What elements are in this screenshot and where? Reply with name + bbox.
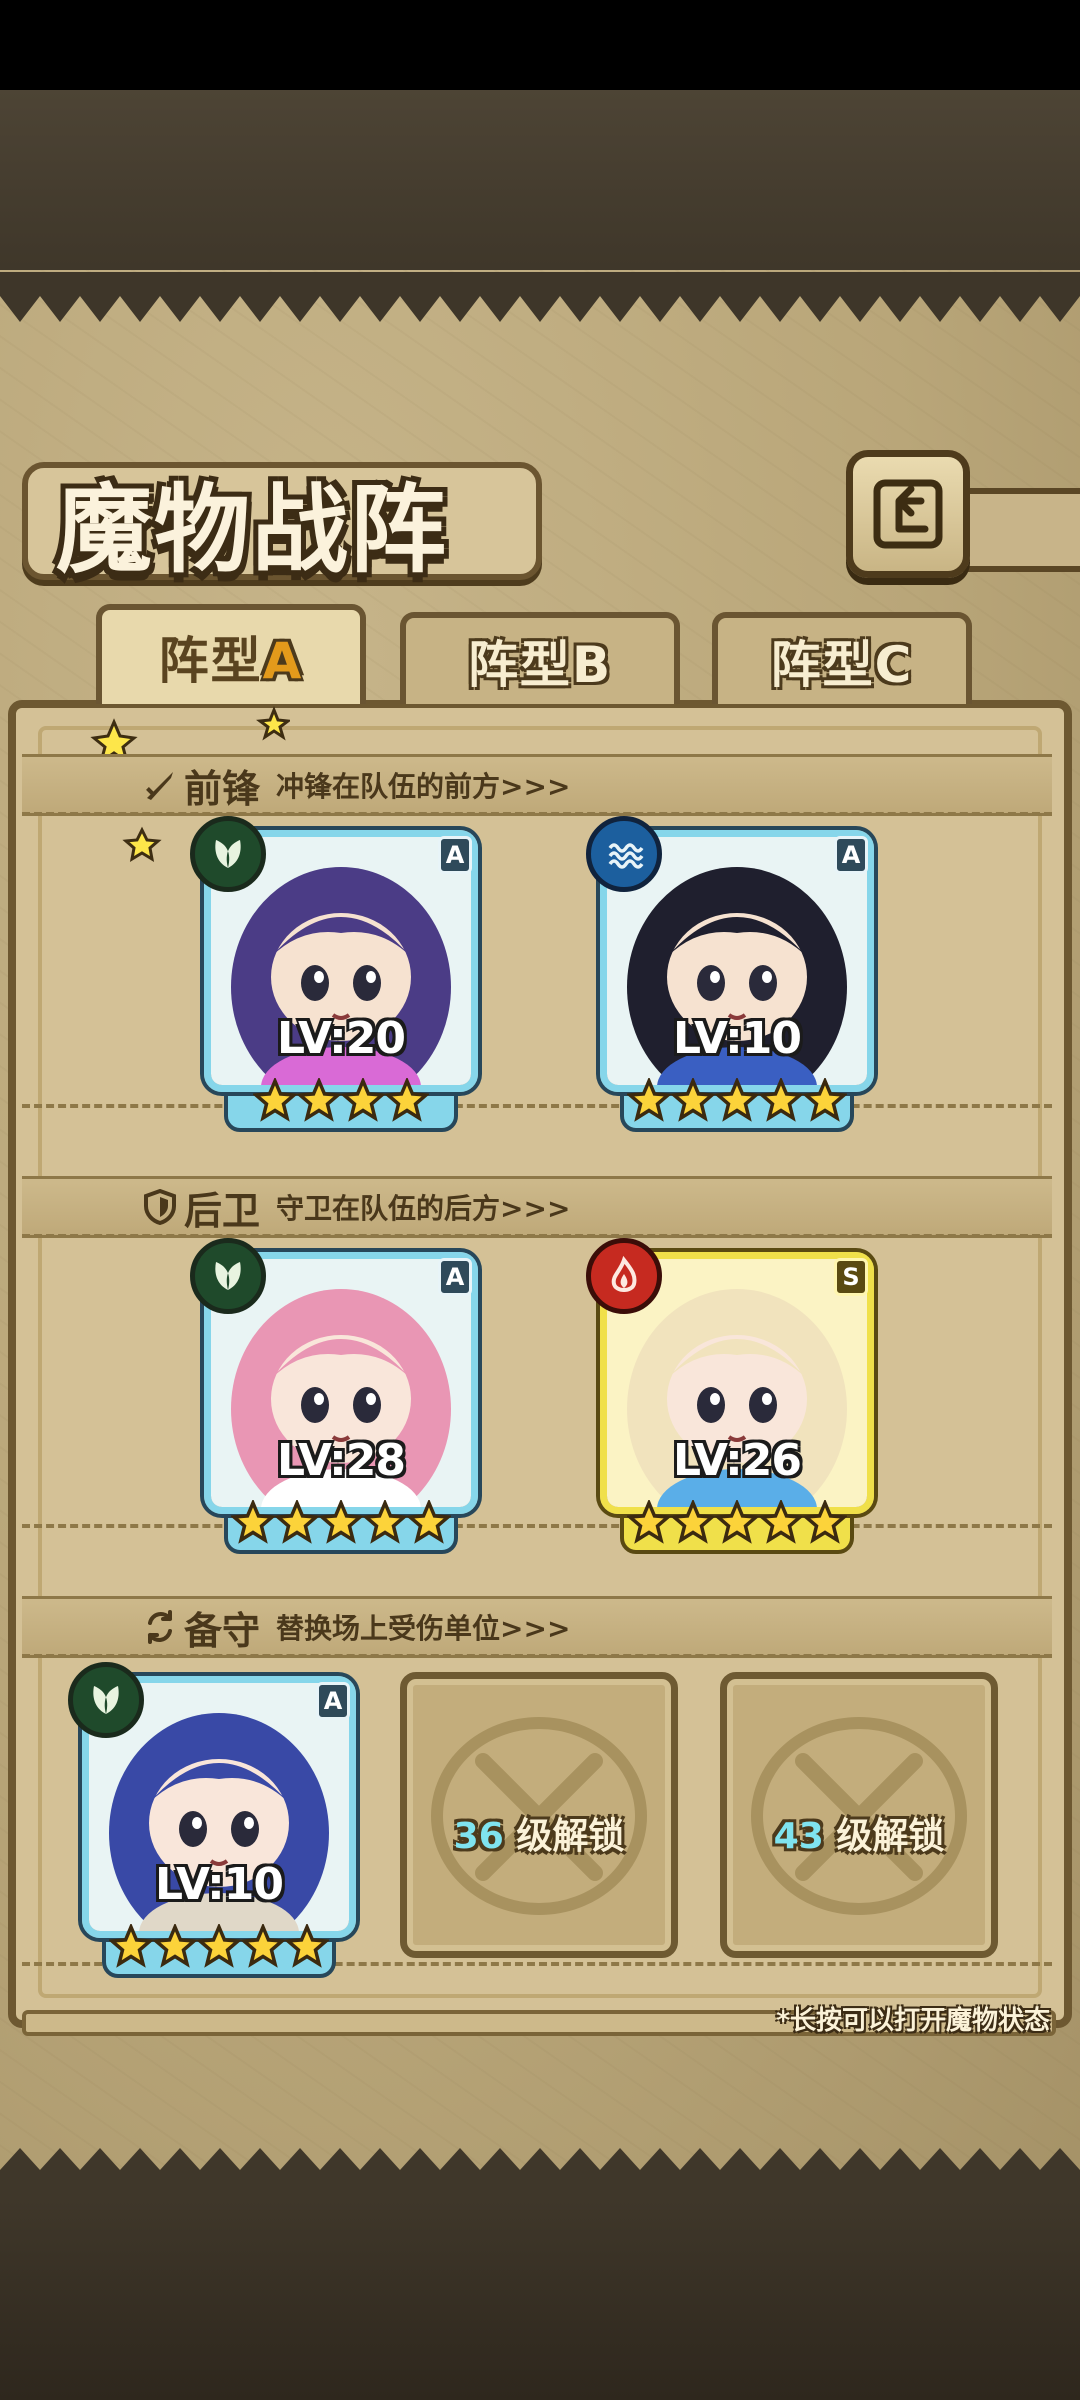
unlock-suffix: 级解锁 (503, 1816, 625, 1857)
torn-edge-top (0, 272, 1080, 322)
divider (22, 1524, 1052, 1528)
tab-formation-b[interactable]: 阵型B (400, 612, 680, 704)
star-icon (385, 1078, 429, 1122)
star-rating (204, 1500, 478, 1544)
star-rating (82, 1924, 356, 1968)
unlock-level: 36 (453, 1816, 504, 1857)
monster-card[interactable]: A LV:28 (190, 1238, 478, 1554)
rank-badge: A (438, 836, 472, 874)
star-icon (319, 1500, 363, 1544)
sword-icon (140, 765, 180, 805)
tab-formation-a[interactable]: 阵型A (96, 604, 366, 704)
monster-card[interactable]: S LV:26 (586, 1238, 874, 1554)
star-rating (204, 1078, 478, 1122)
monster-card[interactable]: A LV:20 (190, 816, 478, 1132)
section-front: 前锋 冲锋在队伍的前方>>> (22, 754, 1052, 816)
star-icon (285, 1924, 329, 1968)
star-icon (627, 1500, 671, 1544)
water-element-icon (586, 816, 662, 892)
locked-slot[interactable]: 36 级解锁 (400, 1672, 678, 1958)
back-arrow-icon (873, 479, 943, 549)
tab-b-prefix: 阵型 (467, 636, 572, 694)
monster-level: LV:10 (155, 1859, 284, 1910)
star-icon (759, 1500, 803, 1544)
unlock-suffix: 级解锁 (823, 1816, 945, 1857)
torn-edge-bottom (0, 2148, 1080, 2200)
star-icon (715, 1078, 759, 1122)
rank-badge: A (834, 836, 868, 874)
monster-level: LV:28 (277, 1435, 406, 1486)
tab-b-letter: B (571, 636, 613, 694)
monster-card[interactable]: A LV:10 (68, 1662, 356, 1978)
star-icon (715, 1500, 759, 1544)
star-icon (671, 1500, 715, 1544)
section-reserve-title: 备守 (184, 1607, 261, 1653)
star-icon (803, 1078, 847, 1122)
background-top (0, 90, 1080, 280)
background-bottom (0, 2200, 1080, 2400)
monster-card[interactable]: A LV:10 (586, 816, 874, 1132)
section-front-title: 前锋 (184, 765, 261, 811)
star-icon (297, 1078, 341, 1122)
star-icon (627, 1078, 671, 1122)
leaf-element-icon (68, 1662, 144, 1738)
tab-c-letter: C (874, 636, 914, 694)
section-back-desc: 守卫在队伍的后方>>> (276, 1192, 571, 1225)
star-icon (275, 1500, 319, 1544)
swap-icon (140, 1607, 180, 1647)
back-button[interactable] (846, 450, 970, 578)
star-icon (109, 1924, 153, 1968)
star-icon (253, 1078, 297, 1122)
star-icon (341, 1078, 385, 1122)
section-back: 后卫 守卫在队伍的后方>>> (22, 1176, 1052, 1238)
star-rating (600, 1500, 874, 1544)
divider (22, 1234, 1052, 1238)
back-rail (960, 488, 1080, 572)
star-icon (197, 1924, 241, 1968)
long-press-hint: *长按可以打开魔物状态 (776, 2006, 1050, 2036)
tab-c-prefix: 阵型 (770, 636, 875, 694)
star-icon (803, 1500, 847, 1544)
section-reserve-desc: 替换场上受伤单位>>> (276, 1612, 571, 1645)
star-icon (407, 1500, 451, 1544)
rank-badge: A (316, 1682, 350, 1720)
tab-a-letter: A (262, 632, 304, 690)
status-bar (0, 0, 1080, 90)
star-icon (153, 1924, 197, 1968)
monster-level: LV:26 (673, 1435, 802, 1486)
monster-level: LV:20 (277, 1013, 406, 1064)
star-icon (671, 1078, 715, 1122)
star-icon (231, 1500, 275, 1544)
divider (22, 812, 1052, 816)
locked-slot[interactable]: 43 级解锁 (720, 1672, 998, 1958)
divider (22, 1104, 1052, 1108)
unlock-level: 43 (773, 1816, 824, 1857)
rank-badge: S (834, 1258, 868, 1296)
shield-icon (140, 1187, 180, 1227)
rank-badge: A (438, 1258, 472, 1296)
divider (22, 1654, 1052, 1658)
section-front-desc: 冲锋在队伍的前方>>> (276, 770, 571, 803)
section-reserve: 备守 替换场上受伤单位>>> (22, 1596, 1052, 1658)
fire-element-icon (586, 1238, 662, 1314)
monster-level: LV:10 (673, 1013, 802, 1064)
page-title: 魔物战阵 (56, 473, 448, 586)
star-icon (759, 1078, 803, 1122)
star-rating (600, 1078, 874, 1122)
tab-a-prefix: 阵型 (158, 632, 263, 690)
leaf-element-icon (190, 1238, 266, 1314)
star-icon (241, 1924, 285, 1968)
tab-formation-c[interactable]: 阵型C (712, 612, 972, 704)
star-icon (363, 1500, 407, 1544)
section-back-title: 后卫 (184, 1187, 261, 1233)
leaf-element-icon (190, 816, 266, 892)
